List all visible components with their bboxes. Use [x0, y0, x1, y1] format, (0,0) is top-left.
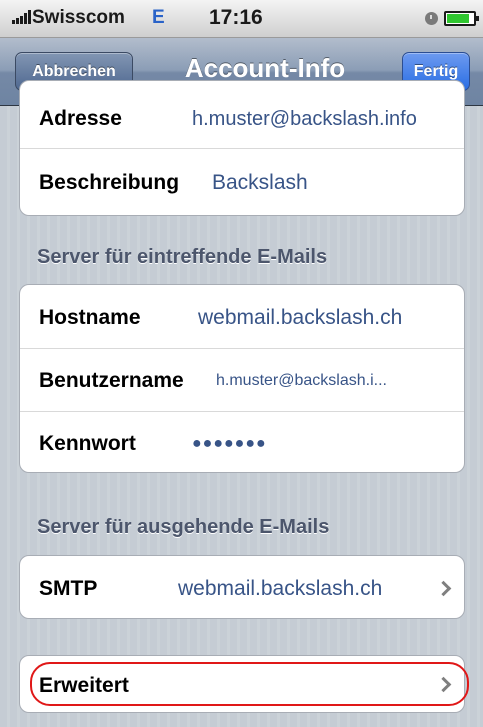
smtp-row[interactable]: SMTP webmail.backslash.ch — [20, 556, 464, 618]
hostname-label: Hostname — [39, 306, 141, 329]
address-row[interactable]: Adresse h.muster@backslash.info — [20, 81, 464, 149]
smtp-value: webmail.backslash.ch — [178, 577, 383, 600]
outgoing-server-header: Server für ausgehende E-Mails — [37, 516, 330, 538]
advanced-group: Erweitert — [19, 655, 465, 713]
password-value: ●●●●●●● — [192, 435, 267, 452]
smtp-label: SMTP — [39, 577, 98, 600]
password-row[interactable]: Kennwort ●●●●●●● — [20, 412, 464, 472]
chevron-right-icon — [435, 676, 452, 693]
description-label: Beschreibung — [39, 171, 180, 194]
username-value: h.muster@backslash.i... — [216, 372, 387, 389]
description-value: Backslash — [212, 171, 308, 194]
rotation-lock-icon — [425, 12, 438, 25]
username-row[interactable]: Benutzername h.muster@backslash.i... — [20, 349, 464, 412]
hostname-value: webmail.backslash.ch — [198, 306, 403, 329]
incoming-server-header: Server für eintreffende E-Mails — [37, 246, 328, 268]
battery-icon — [444, 11, 479, 26]
incoming-server-group: Hostname webmail.backslash.ch Benutzerna… — [19, 284, 465, 473]
hostname-row[interactable]: Hostname webmail.backslash.ch — [20, 285, 464, 349]
password-label: Kennwort — [39, 432, 136, 455]
advanced-label: Erweitert — [39, 674, 129, 697]
username-label: Benutzername — [39, 369, 184, 392]
address-value: h.muster@backslash.info — [192, 108, 417, 130]
outgoing-server-group: SMTP webmail.backslash.ch — [19, 555, 465, 619]
status-time: 17:16 — [209, 6, 263, 29]
signal-strength-icon — [12, 10, 31, 24]
advanced-row[interactable]: Erweitert — [20, 656, 464, 712]
battery-fill — [447, 14, 470, 23]
carrier-name: Swisscom — [32, 7, 125, 28]
address-label: Adresse — [39, 107, 122, 130]
network-type: E — [152, 7, 165, 28]
status-bar: Swisscom E 17:16 — [0, 0, 483, 38]
description-row[interactable]: Beschreibung Backslash — [20, 149, 464, 215]
account-group: Adresse h.muster@backslash.info Beschrei… — [19, 80, 465, 216]
chevron-right-icon — [435, 580, 452, 597]
